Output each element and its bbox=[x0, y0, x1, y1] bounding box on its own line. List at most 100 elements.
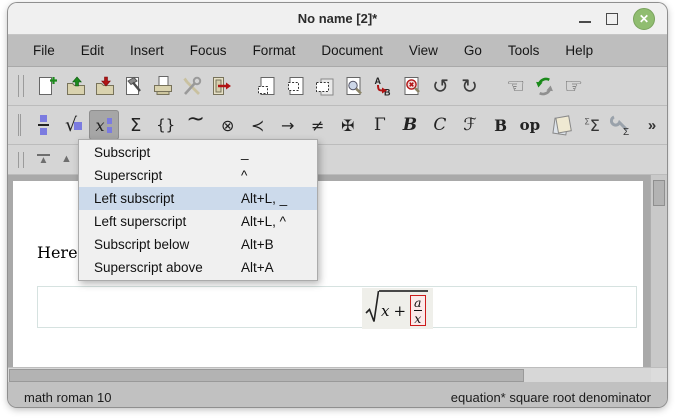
symbol-palette-button[interactable] bbox=[547, 110, 577, 140]
replace-button[interactable]: AB bbox=[368, 71, 397, 101]
menu-help[interactable]: Help bbox=[552, 43, 606, 58]
menu-item-label: Left subscript bbox=[94, 191, 174, 206]
right-arrow-icon: → bbox=[281, 116, 294, 135]
bold-style-button[interactable]: B bbox=[395, 110, 425, 140]
new-document-button[interactable] bbox=[32, 71, 61, 101]
precedes-icon: ≺ bbox=[251, 116, 264, 135]
focus-cursor-box: a x bbox=[410, 295, 425, 326]
math-tools-button[interactable]: Σ bbox=[607, 110, 637, 140]
close-button[interactable]: ✕ bbox=[633, 8, 655, 30]
menu-insert[interactable]: Insert bbox=[117, 43, 177, 58]
save-document-icon bbox=[93, 74, 117, 98]
fraction-button[interactable] bbox=[29, 110, 59, 140]
circled-times-button[interactable]: ⊗ bbox=[213, 110, 243, 140]
menu-go[interactable]: Go bbox=[451, 43, 495, 58]
horizontal-scrollbar[interactable] bbox=[8, 367, 667, 382]
context-menu: Subscript_Superscript^ Left subscript Alt+… bbox=[78, 139, 318, 281]
exit-upward-icon: ▲ bbox=[37, 154, 50, 165]
menu-item-shortcut: Alt+L, _ bbox=[241, 191, 287, 206]
scripts-button[interactable]: x bbox=[89, 110, 119, 140]
vertical-scrollbar-thumb[interactable] bbox=[653, 180, 665, 206]
cut-button[interactable] bbox=[252, 71, 281, 101]
exit-upward-button[interactable]: ▲ bbox=[32, 148, 55, 171]
calligraphic-style-button[interactable]: C bbox=[425, 110, 455, 140]
operator-icon: op bbox=[520, 116, 541, 134]
menu-item-left-subscript[interactable]: Left subscript Alt+L, _ bbox=[79, 187, 317, 210]
close-document-button[interactable] bbox=[206, 71, 235, 101]
forward-button[interactable]: ☞ bbox=[559, 71, 588, 101]
menu-focus[interactable]: Focus bbox=[177, 43, 240, 58]
status-context: equation* square root denominator bbox=[451, 390, 651, 405]
vertical-scrollbar[interactable] bbox=[650, 175, 667, 367]
menu-view[interactable]: View bbox=[396, 43, 451, 58]
menu-item-label: Subscript bbox=[94, 145, 150, 160]
greek-letters-button[interactable]: Γ bbox=[365, 110, 395, 140]
overflow-button[interactable]: » bbox=[637, 110, 667, 140]
big-operator-palette-icon: ΣΣ bbox=[584, 116, 600, 135]
hammer-tool-icon bbox=[122, 74, 146, 98]
menu-tools[interactable]: Tools bbox=[495, 43, 553, 58]
menu-item-subscript-below[interactable]: Subscript belowAlt+B bbox=[79, 233, 317, 256]
scrollbar-corner bbox=[651, 368, 667, 382]
reload-button[interactable] bbox=[530, 71, 559, 101]
fraction-denominator: x bbox=[414, 312, 421, 325]
maltese-cross-button[interactable]: ✠ bbox=[333, 110, 363, 140]
preferences-tools-button[interactable] bbox=[177, 71, 206, 101]
menu-item-superscript[interactable]: Superscript^ bbox=[79, 164, 317, 187]
menu-item-subscript[interactable]: Subscript_ bbox=[79, 141, 317, 164]
window-controls: ✕ bbox=[579, 3, 655, 34]
operator-button[interactable]: op bbox=[515, 110, 545, 140]
open-document-button[interactable] bbox=[61, 71, 90, 101]
radicand: x + a x bbox=[379, 290, 428, 327]
paste-button[interactable] bbox=[310, 71, 339, 101]
menu-document[interactable]: Document bbox=[308, 43, 396, 58]
previous-similar-button[interactable]: ▲ bbox=[55, 148, 78, 171]
minimize-button[interactable] bbox=[579, 15, 591, 23]
toolbar-separator bbox=[235, 86, 252, 87]
horizontal-scrollbar-thumb[interactable] bbox=[9, 369, 524, 382]
big-sum-button[interactable]: Σ bbox=[121, 110, 151, 140]
radicand-variable: x bbox=[381, 302, 389, 320]
cut-icon bbox=[255, 74, 279, 98]
menu-edit[interactable]: Edit bbox=[68, 43, 117, 58]
fraktur-style-icon: ℱ bbox=[463, 115, 476, 135]
blackboard-style-button[interactable]: B bbox=[485, 110, 515, 140]
spell-check-button[interactable] bbox=[397, 71, 426, 101]
new-document-icon bbox=[35, 74, 59, 98]
menu-item-superscript-above[interactable]: Superscript aboveAlt+A bbox=[79, 256, 317, 279]
calligraphic-style-icon: C bbox=[433, 115, 446, 135]
toolbar-grip[interactable] bbox=[18, 114, 21, 136]
square-root-button[interactable]: √ bbox=[59, 110, 89, 140]
toolbar-separator bbox=[484, 86, 501, 87]
braces-icon: {} bbox=[156, 116, 175, 134]
back-icon: ☜ bbox=[506, 76, 525, 97]
braces-button[interactable]: {} bbox=[151, 110, 181, 140]
fraktur-style-button[interactable]: ℱ bbox=[455, 110, 485, 140]
save-document-button[interactable] bbox=[90, 71, 119, 101]
right-arrow-button[interactable]: → bbox=[273, 110, 303, 140]
maltese-cross-icon: ✠ bbox=[341, 116, 354, 135]
hammer-tool-button[interactable] bbox=[119, 71, 148, 101]
wide-accent-button[interactable]: ~ bbox=[181, 110, 211, 140]
menu-format[interactable]: Format bbox=[240, 43, 309, 58]
menu-file[interactable]: File bbox=[20, 43, 68, 58]
menu-item-left-superscript[interactable]: Left superscriptAlt+L, ^ bbox=[79, 210, 317, 233]
toolbar-grip[interactable] bbox=[18, 75, 24, 97]
equation-row: x + a x bbox=[37, 286, 637, 328]
precedes-button[interactable]: ≺ bbox=[243, 110, 273, 140]
toolbar-grip[interactable] bbox=[18, 152, 24, 168]
titlebar[interactable]: No name [2]* ✕ bbox=[8, 3, 667, 35]
not-equal-button[interactable]: ≠ bbox=[303, 110, 333, 140]
maximize-button[interactable] bbox=[606, 13, 618, 25]
big-operator-palette-button[interactable]: ΣΣ bbox=[577, 110, 607, 140]
toolbar-main: AB ↺↻ ☜ ☞ bbox=[8, 67, 667, 106]
circled-times-icon: ⊗ bbox=[221, 116, 234, 135]
print-document-button[interactable] bbox=[148, 71, 177, 101]
statusbar: math roman 10 equation* square root deno… bbox=[8, 382, 667, 407]
redo-button[interactable]: ↻ bbox=[455, 71, 484, 101]
undo-button[interactable]: ↺ bbox=[426, 71, 455, 101]
svg-text:B: B bbox=[384, 88, 391, 98]
back-button[interactable]: ☜ bbox=[501, 71, 530, 101]
copy-button[interactable] bbox=[281, 71, 310, 101]
find-button[interactable] bbox=[339, 71, 368, 101]
